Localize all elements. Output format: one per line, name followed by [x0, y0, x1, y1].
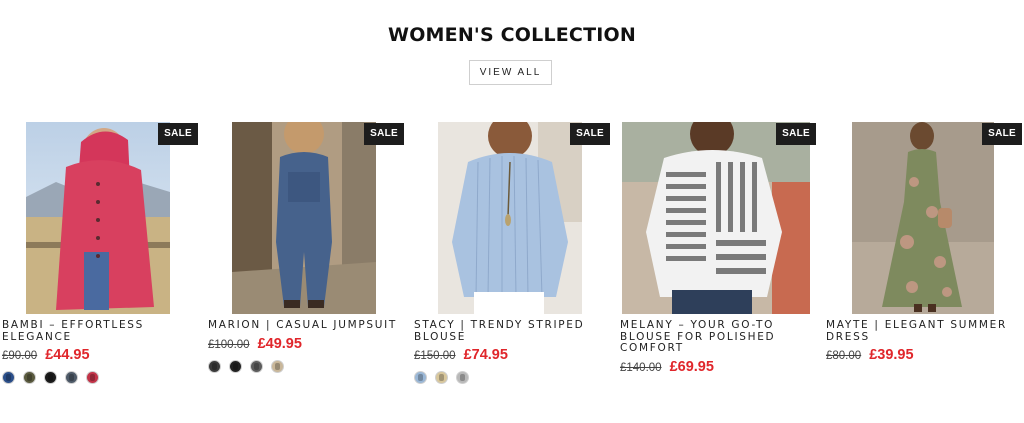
color-swatches: [208, 359, 404, 373]
product-name[interactable]: MELANY – YOUR GO-TO BLOUSE FOR POLISHED …: [620, 319, 820, 355]
view-all-button[interactable]: VIEW ALL: [469, 60, 552, 85]
product-media[interactable]: SALE: [208, 122, 404, 314]
section-title: WOMEN'S COLLECTION: [388, 24, 636, 46]
product-card[interactable]: SALE MARION | CASUAL JUMPSUIT £100.00 £4…: [208, 122, 404, 373]
product-name[interactable]: STACY | TRENDY STRIPED BLOUSE: [414, 319, 614, 343]
color-swatch[interactable]: [414, 371, 427, 384]
sale-price: £44.95: [45, 347, 90, 363]
product-card[interactable]: SALE MELANY – YOUR GO-TO BLOUSE FOR POLI…: [620, 122, 816, 375]
product-media[interactable]: SALE: [2, 122, 198, 314]
sale-badge: SALE: [776, 123, 816, 145]
sale-badge: SALE: [570, 123, 610, 145]
color-swatch[interactable]: [208, 359, 221, 373]
product-image[interactable]: [26, 122, 170, 314]
original-price: £80.00: [826, 350, 862, 362]
product-media[interactable]: SALE: [414, 122, 610, 314]
product-image[interactable]: [852, 122, 994, 314]
original-price: £140.00: [620, 361, 662, 374]
original-price: £100.00: [208, 338, 250, 351]
product-name[interactable]: MARION | CASUAL JUMPSUIT: [208, 319, 408, 332]
color-swatch[interactable]: [23, 371, 36, 384]
product-prices: £100.00 £49.95: [208, 336, 404, 352]
color-swatch[interactable]: [456, 371, 469, 384]
color-swatch[interactable]: [2, 371, 15, 384]
color-swatch[interactable]: [435, 371, 448, 384]
product-media[interactable]: SALE: [826, 122, 1022, 314]
product-image[interactable]: [232, 122, 376, 314]
product-card[interactable]: SALE BAMBI – EFFORTLESS ELEGANCE £90.00 …: [2, 122, 198, 384]
product-name[interactable]: MAYTE | ELEGANT SUMMER DRESS: [826, 319, 1024, 343]
original-price: £150.00: [414, 350, 456, 362]
product-name[interactable]: BAMBI – EFFORTLESS ELEGANCE: [2, 319, 202, 343]
sale-badge: SALE: [158, 123, 198, 145]
color-swatches: [414, 371, 610, 384]
color-swatch[interactable]: [229, 359, 242, 373]
color-swatch[interactable]: [86, 371, 99, 384]
sale-price: £74.95: [463, 347, 508, 363]
color-swatch[interactable]: [271, 359, 284, 373]
sale-badge: SALE: [982, 123, 1022, 145]
product-card[interactable]: SALE STACY | TRENDY STRIPED BLOUSE £150.…: [414, 122, 610, 384]
product-media[interactable]: SALE: [620, 122, 816, 314]
color-swatches: [2, 371, 198, 384]
product-prices: £80.00 £39.95: [826, 347, 1022, 363]
product-image[interactable]: [438, 122, 582, 314]
sale-badge: SALE: [364, 123, 404, 145]
product-prices: £140.00 £69.95: [620, 359, 816, 375]
product-card[interactable]: SALE MAYTE | ELEGANT SUMMER DRESS £80.00…: [826, 122, 1022, 363]
original-price: £90.00: [2, 350, 38, 362]
color-swatch[interactable]: [65, 371, 78, 384]
product-prices: £90.00 £44.95: [2, 347, 198, 363]
sale-price: £69.95: [669, 358, 714, 375]
color-swatch[interactable]: [250, 359, 263, 373]
product-prices: £150.00 £74.95: [414, 347, 610, 363]
sale-price: £39.95: [869, 347, 914, 363]
color-swatch[interactable]: [44, 371, 57, 384]
product-image[interactable]: [622, 122, 810, 314]
sale-price: £49.95: [257, 335, 302, 352]
